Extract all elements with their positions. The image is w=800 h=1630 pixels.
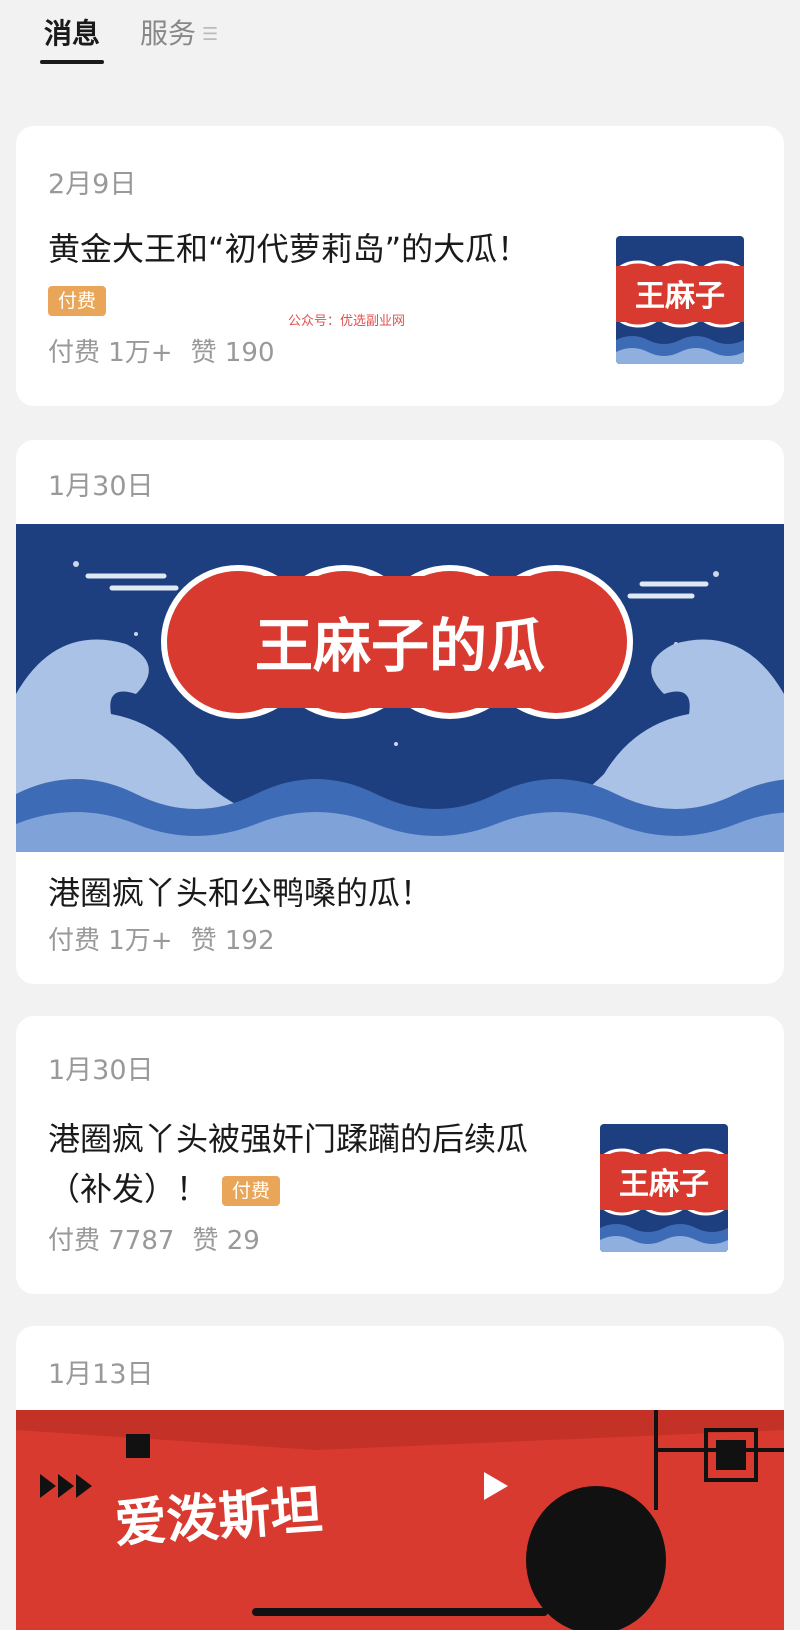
- watermark: 公众号：优选副业网: [288, 314, 406, 329]
- post-date: 1月13日: [48, 1359, 154, 1390]
- tab-services-label: 服务: [140, 17, 197, 50]
- post-title: 港圈疯丫头和公鸭嗓的瓜！: [48, 874, 433, 912]
- paid-count: 付费 1万+: [48, 338, 173, 368]
- post-title-line: 港圈疯丫头被强奸门蹂躏的后续瓜: [48, 1120, 529, 1158]
- post-date: 1月30日: [48, 471, 154, 502]
- menu-icon: ☰: [202, 24, 219, 45]
- post-card[interactable]: 2月9日 黄金大王和“初代萝莉岛”的大瓜！ 付费 付费 1万+ 赞 190 王麻子: [16, 126, 784, 406]
- like-count: 赞 190: [190, 338, 275, 368]
- post-stats: 付费 7787 赞 29: [48, 1220, 260, 1257]
- paid-count: 付费 1万+: [48, 926, 173, 956]
- post-title-line: （补发）！ 付费: [48, 1164, 588, 1214]
- post-card[interactable]: 1月30日 王麻子的瓜 港圈疯丫头和公鸭嗓的瓜！ 付费 1万+ 赞 192: [16, 440, 784, 984]
- banner-text: 王麻子的瓜: [255, 612, 545, 680]
- like-count: 赞 192: [190, 926, 275, 956]
- post-banner[interactable]: 爱泼斯坦: [16, 1410, 784, 1630]
- post-thumbnail[interactable]: 王麻子: [616, 236, 744, 364]
- paid-badge: 付费: [222, 1176, 281, 1206]
- paid-count: 付费 7787: [48, 1226, 175, 1256]
- like-count: 赞 29: [192, 1226, 260, 1256]
- tab-services[interactable]: 服务 ☰: [140, 12, 218, 57]
- tab-messages-label: 消息: [44, 17, 101, 50]
- thumbnail-text: 王麻子: [619, 1167, 709, 1202]
- active-tab-indicator: [40, 60, 105, 64]
- post-banner[interactable]: 王麻子的瓜: [16, 524, 784, 852]
- post-title: 港圈疯丫头被强奸门蹂躏的后续瓜 （补发）！ 付费: [48, 1114, 588, 1214]
- post-date: 1月30日: [48, 1055, 154, 1086]
- post-stats: 付费 1万+ 赞 190: [48, 332, 275, 369]
- paid-badge: 付费: [48, 286, 107, 316]
- post-card[interactable]: 1月13日 爱泼斯坦: [16, 1326, 784, 1630]
- post-thumbnail[interactable]: 王麻子: [600, 1124, 728, 1252]
- post-title: 黄金大王和“初代萝莉岛”的大瓜！: [48, 230, 530, 268]
- top-tab-bar: 消息 服务 ☰: [0, 0, 800, 100]
- thumbnail-text: 王麻子: [635, 279, 725, 314]
- post-card[interactable]: 1月30日 港圈疯丫头被强奸门蹂躏的后续瓜 （补发）！ 付费 付费 7787 赞 2…: [16, 1016, 784, 1294]
- post-date: 2月9日: [48, 169, 137, 200]
- post-stats: 付费 1万+ 赞 192: [48, 920, 275, 957]
- tab-messages[interactable]: 消息: [40, 12, 105, 64]
- home-indicator[interactable]: [252, 1608, 548, 1616]
